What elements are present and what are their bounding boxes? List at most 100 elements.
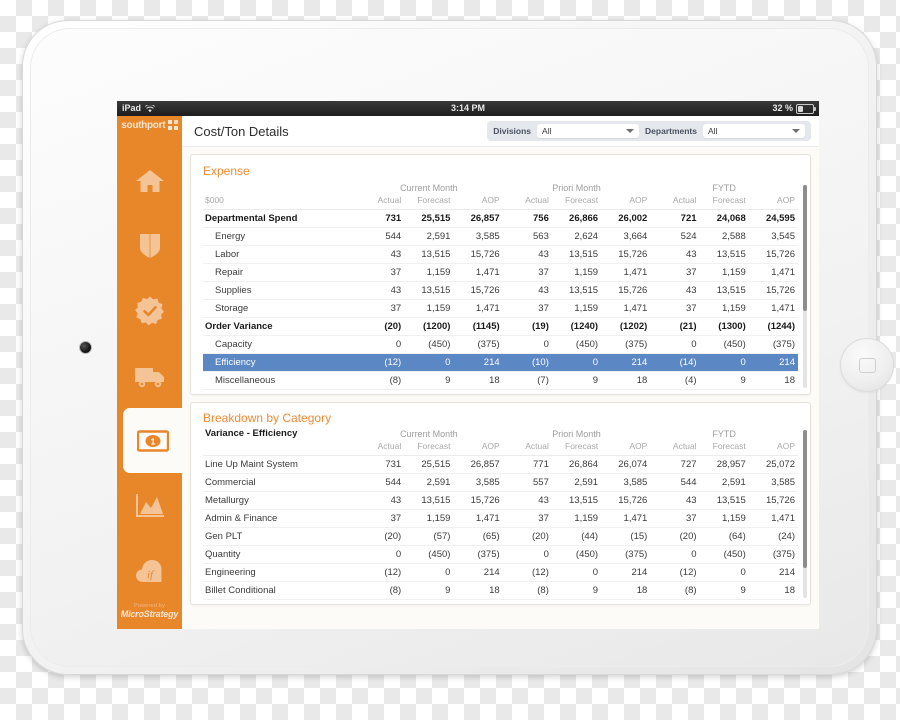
row-value: (1240): [570, 321, 599, 332]
breakdown-group-current-month: Current Month: [400, 428, 458, 439]
row-value: (65): [482, 531, 500, 542]
breakdown-col-pm-actual[interactable]: Actual: [502, 441, 552, 456]
expense-col-fy-actual[interactable]: Actual: [650, 195, 700, 210]
breakdown-panel-title: Breakdown by Category: [203, 411, 332, 425]
row-value: (57): [433, 531, 451, 542]
row-value: (12): [531, 567, 549, 578]
row-label: Supplies: [215, 285, 252, 296]
row-value: 13,515: [716, 249, 746, 260]
row-value: (4): [684, 375, 697, 386]
table-row[interactable]: Efficiency (12) 0 214 (10) 0 214 (14) 0 214: [203, 353, 798, 372]
row-value: 15,726: [618, 285, 648, 296]
breakdown-col-cm-actual[interactable]: Actual: [355, 441, 405, 456]
row-value: (20): [679, 531, 697, 542]
expense-scrollbar[interactable]: [803, 185, 807, 388]
table-row[interactable]: Labor 43 13,515 15,726 43 13,515 15,726 43 13,51…: [203, 246, 798, 264]
table-row[interactable]: Capacity 0 (450) (375) 0 (450) (375) 0 (450) (375…: [203, 336, 798, 354]
breakdown-col-pm-forecast[interactable]: Forecast: [551, 441, 602, 456]
breakdown-scrollbar[interactable]: [803, 430, 807, 598]
expense-col-cm-forecast[interactable]: Forecast: [404, 195, 454, 210]
row-value: 2,591: [574, 477, 599, 488]
row-value: 13,515: [421, 285, 451, 296]
sidebar-item-scenarios[interactable]: if: [117, 538, 182, 603]
row-label: Labor: [215, 249, 240, 260]
row-value: 37: [538, 267, 549, 278]
truck-icon: [134, 367, 164, 387]
home-button[interactable]: [840, 338, 894, 392]
money-icon: 1: [136, 429, 169, 452]
row-value: 9: [592, 585, 599, 596]
powered-by: Powered by MicroStrategy: [117, 603, 182, 629]
breakdown-panel: Breakdown by Category Variance - Efficie…: [190, 402, 811, 605]
breakdown-scrollbar-thumb[interactable]: [803, 430, 807, 568]
table-row[interactable]: Repair 37 1,159 1,471 37 1,159 1,471 37 1,159 1,4…: [203, 264, 798, 282]
breakdown-col-fy-forecast[interactable]: Forecast: [699, 441, 749, 456]
row-value: 43: [538, 249, 549, 260]
expense-col-cm-aop[interactable]: AOP: [453, 195, 503, 210]
breakdown-col-fy-actual[interactable]: Actual: [650, 441, 700, 456]
table-row[interactable]: Admin & Finance 37 1,159 1,471 37 1,159 1,471 3…: [203, 510, 798, 528]
table-row[interactable]: Energy 544 2,591 3,585 563 2,624 3,664 524 2,588…: [203, 228, 798, 246]
expense-col-fy-forecast[interactable]: Forecast: [699, 195, 749, 210]
front-camera: [80, 342, 91, 353]
row-value: (8): [537, 585, 549, 596]
table-row[interactable]: Billet Conditional (8) 9 18 (8) 9 18 (8) 9 18: [203, 582, 798, 600]
row-value: 214: [453, 353, 503, 372]
expense-scrollbar-thumb[interactable]: [803, 185, 807, 311]
row-value: 0: [691, 549, 697, 560]
filter-bar: Divisions All Departments All: [487, 121, 811, 141]
table-row[interactable]: Departmental Spend 731 25,515 26,857 756 26,8…: [203, 210, 798, 228]
row-value: 1,471: [771, 513, 795, 524]
sidebar-item-cost[interactable]: 1: [123, 408, 182, 473]
table-row[interactable]: Gen PLT (20) (57) (65) (20) (44) (15) (20) (64) (…: [203, 528, 798, 546]
row-value: 13,515: [569, 495, 599, 506]
ipad-device: iPad 3:14 PM 32 % southport 1 if Powered…: [22, 20, 894, 675]
row-value: 26,002: [618, 213, 648, 224]
filter-departments-select[interactable]: All: [703, 124, 805, 138]
table-row[interactable]: Metallurgy 43 13,515 15,726 43 13,515 15,726 43…: [203, 492, 798, 510]
table-row[interactable]: Commercial 544 2,591 3,585 557 2,591 3,585 544 2…: [203, 474, 798, 492]
row-value: 37: [390, 267, 402, 278]
row-value: (450): [575, 339, 599, 350]
row-value: 43: [390, 285, 402, 296]
filter-divisions-value: All: [542, 126, 552, 136]
row-value: 24,595: [765, 213, 795, 224]
table-row[interactable]: Order Variance (20) (1200) (1145) (19) (1240)…: [203, 318, 798, 336]
table-row[interactable]: Storage 37 1,159 1,471 37 1,159 1,471 37 1,159 1,…: [203, 300, 798, 318]
breakdown-col-cm-forecast[interactable]: Forecast: [404, 441, 454, 456]
filter-divisions-select[interactable]: All: [537, 124, 640, 138]
area-chart-icon: [135, 493, 164, 517]
table-row[interactable]: Line Up Maint System 731 25,515 26,857 771 26…: [203, 456, 798, 474]
breakdown-col-pm-aop[interactable]: AOP: [601, 441, 651, 456]
expense-col-pm-forecast[interactable]: Forecast: [551, 195, 602, 210]
row-value: 1,471: [623, 267, 648, 278]
row-label: Admin & Finance: [205, 513, 278, 524]
if-cloud-icon: if: [135, 559, 161, 582]
row-value: 214: [779, 567, 795, 578]
expense-col-fy-aop[interactable]: AOP: [748, 195, 798, 210]
row-value: 557: [533, 477, 549, 488]
row-value: 37: [685, 513, 697, 524]
battery-percent: 32 %: [772, 103, 793, 113]
table-row[interactable]: Quantity 0 (450) (375) 0 (450) (375) 0 (450) (375…: [203, 546, 798, 564]
table-row[interactable]: Engineering (12) 0 214 (12) 0 214 (12) 0 214: [203, 564, 798, 582]
sidebar-item-shield[interactable]: [117, 213, 182, 278]
row-value: 25,515: [421, 459, 451, 470]
expense-col-cm-actual[interactable]: Actual: [355, 195, 405, 210]
sidebar-item-quality[interactable]: [117, 278, 182, 343]
status-bar-right: 32 %: [772, 101, 819, 116]
table-row[interactable]: Supplies 43 13,515 15,726 43 13,515 15,726 43 13…: [203, 282, 798, 300]
row-value: 731: [385, 459, 402, 470]
row-value: 9: [740, 375, 746, 386]
table-row[interactable]: Miscellaneous (8) 9 18 (7) 9 18 (4) 9 18: [203, 372, 798, 390]
expense-col-pm-actual[interactable]: Actual: [502, 195, 552, 210]
expense-metric-header-row: $000 Actual Forecast AOP Actual Forecast…: [203, 195, 798, 210]
sidebar-item-home[interactable]: [117, 148, 182, 213]
sidebar-item-analytics[interactable]: [117, 473, 182, 538]
sidebar-item-logistics[interactable]: [117, 343, 182, 408]
expense-col-pm-aop[interactable]: AOP: [601, 195, 651, 210]
breakdown-col-cm-aop[interactable]: AOP: [453, 441, 503, 456]
southport-logo: southport: [117, 116, 182, 134]
row-value: 43: [538, 285, 549, 296]
breakdown-col-fy-aop[interactable]: AOP: [748, 441, 798, 456]
